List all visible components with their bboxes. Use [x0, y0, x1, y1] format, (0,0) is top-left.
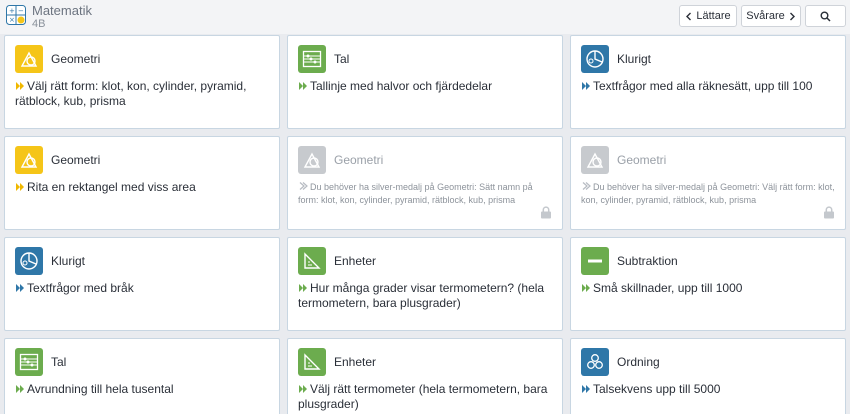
card-description-text: Textfrågor med alla räknesätt, upp till …: [593, 79, 813, 93]
card-description: Avrundning till hela tusental: [15, 382, 269, 397]
exercise-card[interactable]: Subtraktion Små skillnader, upp till 100…: [570, 237, 846, 331]
info-chevron-icon: [299, 182, 308, 190]
card-description-text: Hur många grader visar termometern? (hel…: [298, 281, 545, 310]
double-chevron-icon: [299, 82, 307, 90]
card-title: Geometri: [617, 153, 667, 167]
card-title: Tal: [334, 52, 350, 66]
geometry-icon: [15, 146, 43, 174]
top-bar: + − × Matematik 4B Lättare Svårare: [0, 0, 850, 34]
puzzle-icon: [15, 247, 43, 275]
card-description: Rita en rektangel med viss area: [15, 180, 269, 195]
exercise-card[interactable]: Geometri Rita en rektangel med viss area: [4, 136, 280, 230]
card-description: Välj rätt form: klot, kon, cylinder, pyr…: [15, 79, 269, 109]
card-description: Talsekvens upp till 5000: [581, 382, 835, 397]
harder-label: Svårare: [746, 10, 785, 22]
card-description: Välj rätt termometer (hela termometern, …: [298, 382, 552, 412]
double-chevron-icon: [299, 385, 307, 393]
card-description-text: Välj rätt form: klot, kon, cylinder, pyr…: [15, 79, 247, 108]
exercise-card[interactable]: Ordning Talsekvens upp till 5000: [570, 338, 846, 414]
app-subtitle: 4B: [32, 18, 46, 30]
exercise-card[interactable]: Enheter Välj rätt termometer (hela termo…: [287, 338, 563, 414]
exercise-grid: Geometri Välj rätt form: klot, kon, cyli…: [4, 35, 846, 414]
ruler-icon: [298, 247, 326, 275]
lock-icon: [541, 206, 551, 219]
double-chevron-icon: [16, 385, 24, 393]
chevron-left-icon: [686, 12, 692, 20]
card-description: Små skillnader, upp till 1000: [581, 281, 835, 296]
hexagons-icon: [581, 348, 609, 376]
card-description: Du behöver ha silver-medalj på Geometri:…: [298, 181, 552, 207]
app-logo-icon: + − ×: [6, 5, 26, 25]
card-title: Klurigt: [617, 52, 652, 66]
svg-text:+: +: [9, 7, 15, 15]
abacus-icon: [15, 348, 43, 376]
double-chevron-icon: [16, 183, 24, 191]
card-description: Du behöver ha silver-medalj på Geometri:…: [581, 181, 835, 207]
exercise-card: Geometri Du behöver ha silver-medalj på …: [287, 136, 563, 230]
abacus-icon: [298, 45, 326, 73]
card-description: Hur många grader visar termometern? (hel…: [298, 281, 552, 311]
ruler-icon: [298, 348, 326, 376]
geometry-icon: [298, 146, 326, 174]
card-title: Geometri: [51, 52, 101, 66]
geometry-icon: [581, 146, 609, 174]
minus-icon: [581, 247, 609, 275]
double-chevron-icon: [582, 385, 590, 393]
card-title: Klurigt: [51, 254, 86, 268]
card-description-text: Tallinje med halvor och fjärdedelar: [310, 79, 493, 93]
card-description-text: Välj rätt termometer (hela termometern, …: [298, 382, 548, 411]
chevron-right-icon: [789, 12, 795, 20]
easier-label: Lättare: [696, 10, 731, 22]
double-chevron-icon: [582, 284, 590, 292]
svg-text:×: ×: [9, 16, 15, 24]
exercise-card[interactable]: Klurigt Textfrågor med alla räknesätt, u…: [570, 35, 846, 129]
exercise-card[interactable]: Tal Tallinje med halvor och fjärdedelar: [287, 35, 563, 129]
lock-icon: [824, 206, 834, 219]
double-chevron-icon: [16, 284, 24, 292]
card-title: Geometri: [51, 153, 101, 167]
card-title: Enheter: [334, 254, 377, 268]
card-description: Textfrågor med alla räknesätt, upp till …: [581, 79, 835, 94]
svg-text:−: −: [18, 7, 24, 15]
card-title: Subtraktion: [617, 254, 678, 268]
exercise-card[interactable]: Geometri Välj rätt form: klot, kon, cyli…: [4, 35, 280, 129]
card-title: Enheter: [334, 355, 377, 369]
card-title: Tal: [51, 355, 67, 369]
exercise-card[interactable]: Klurigt Textfrågor med bråk: [4, 237, 280, 331]
info-chevron-icon: [582, 182, 591, 190]
card-description-text: Du behöver ha silver-medalj på Geometri:…: [298, 182, 533, 205]
harder-button[interactable]: Svårare: [741, 5, 801, 27]
card-title: Ordning: [617, 355, 660, 369]
app-title: Matematik: [32, 3, 92, 18]
double-chevron-icon: [582, 82, 590, 90]
exercise-card[interactable]: Tal Avrundning till hela tusental: [4, 338, 280, 414]
geometry-icon: [15, 45, 43, 73]
card-description-text: Talsekvens upp till 5000: [593, 382, 721, 396]
puzzle-icon: [581, 45, 609, 73]
card-description-text: Du behöver ha silver-medalj på Geometri:…: [581, 182, 835, 205]
card-description-text: Textfrågor med bråk: [27, 281, 134, 295]
exercise-card: Geometri Du behöver ha silver-medalj på …: [570, 136, 846, 230]
card-description-text: Avrundning till hela tusental: [27, 382, 174, 396]
card-title: Geometri: [334, 153, 384, 167]
search-icon: [820, 11, 831, 22]
double-chevron-icon: [16, 82, 24, 90]
card-description-text: Rita en rektangel med viss area: [27, 180, 196, 194]
card-description: Textfrågor med bråk: [15, 281, 269, 296]
search-button[interactable]: [805, 5, 846, 27]
double-chevron-icon: [299, 284, 307, 292]
exercise-card[interactable]: Enheter Hur många grader visar termomete…: [287, 237, 563, 331]
easier-button[interactable]: Lättare: [679, 5, 737, 27]
card-description-text: Små skillnader, upp till 1000: [593, 281, 743, 295]
card-description: Tallinje med halvor och fjärdedelar: [298, 79, 552, 94]
